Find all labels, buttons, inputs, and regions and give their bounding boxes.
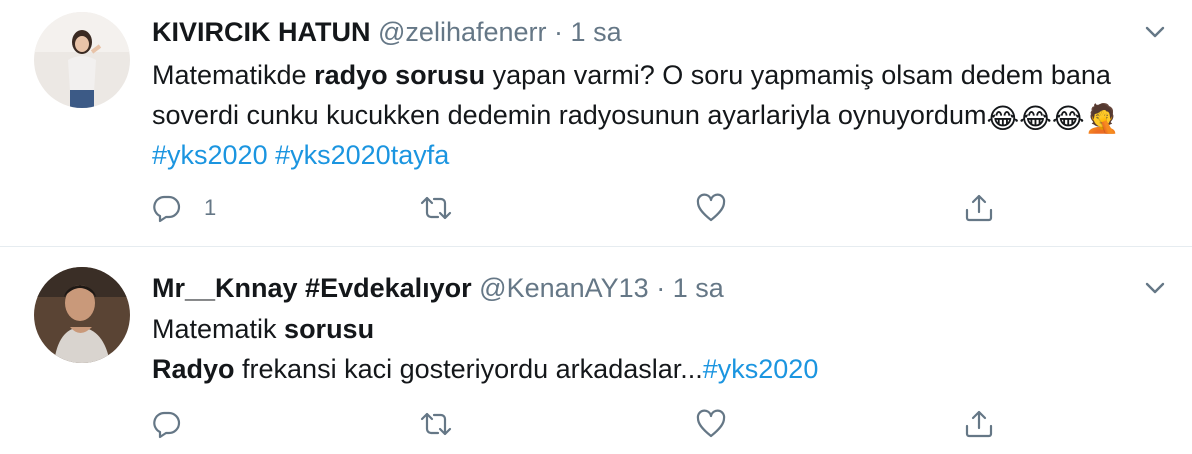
reply-count: 1 [204, 195, 217, 220]
text-segment: frekansi kaci gosteriyordu arkadaslar... [234, 354, 703, 384]
emoji-sequence: 😂😂😂🤦 [986, 103, 1120, 134]
display-name[interactable]: Mr__Knnay #Evdekalıyor [152, 273, 472, 303]
share-button[interactable] [963, 407, 995, 441]
separator: · [656, 273, 666, 303]
avatar[interactable] [34, 267, 130, 363]
display-name[interactable]: KIVIRCIK HATUN [152, 17, 371, 47]
bold-segment: Radyo [152, 354, 235, 384]
retweet-icon [420, 196, 452, 220]
hashtag-link[interactable]: #yks2020 [703, 354, 819, 384]
tweet-text: Matematikde radyo sorusu yapan varmi? O … [152, 55, 1172, 175]
reply-button[interactable]: 1 [152, 191, 216, 225]
timestamp[interactable]: 1 sa [571, 17, 622, 47]
hashtag-link[interactable]: #yks2020tayfa [275, 140, 449, 170]
timestamp[interactable]: 1 sa [673, 273, 724, 303]
tweet-text: Matematik sorusu Radyo frekansi kaci gost… [152, 309, 1172, 389]
tweet[interactable]: Mr__Knnay #Evdekalıyor @KenanAY13 · 1 sa… [0, 247, 1192, 454]
like-button[interactable] [695, 191, 727, 225]
like-icon [696, 409, 726, 438]
reply-icon [153, 411, 181, 439]
like-button[interactable] [695, 407, 727, 441]
bold-segment: sorusu [284, 314, 375, 344]
reply-icon [153, 195, 181, 223]
like-icon [696, 193, 726, 222]
retweet-button[interactable] [418, 191, 454, 225]
reply-button[interactable] [152, 407, 204, 441]
share-button[interactable] [963, 191, 995, 225]
bold-segment: radyo sorusu [314, 60, 486, 90]
separator: · [554, 17, 564, 47]
hashtag-link[interactable]: #yks2020 [152, 140, 268, 170]
share-icon [965, 410, 993, 438]
share-icon [965, 194, 993, 222]
tweet[interactable]: KIVIRCIK HATUN @zelihafenerr · 1 sa Mate… [0, 0, 1192, 246]
retweet-button[interactable] [418, 407, 454, 441]
tweet-header: Mr__Knnay #Evdekalıyor @KenanAY13 · 1 sa [152, 271, 724, 305]
tweet-header: KIVIRCIK HATUN @zelihafenerr · 1 sa [152, 15, 622, 49]
handle[interactable]: @KenanAY13 [479, 273, 649, 303]
avatar[interactable] [34, 12, 130, 108]
chevron-down-icon[interactable] [1140, 277, 1170, 299]
retweet-icon [420, 412, 452, 436]
text-segment: Matematik [152, 314, 285, 344]
handle[interactable]: @zelihafenerr [378, 17, 547, 47]
chevron-down-icon[interactable] [1140, 21, 1170, 43]
text-segment: Matematikde [152, 60, 315, 90]
